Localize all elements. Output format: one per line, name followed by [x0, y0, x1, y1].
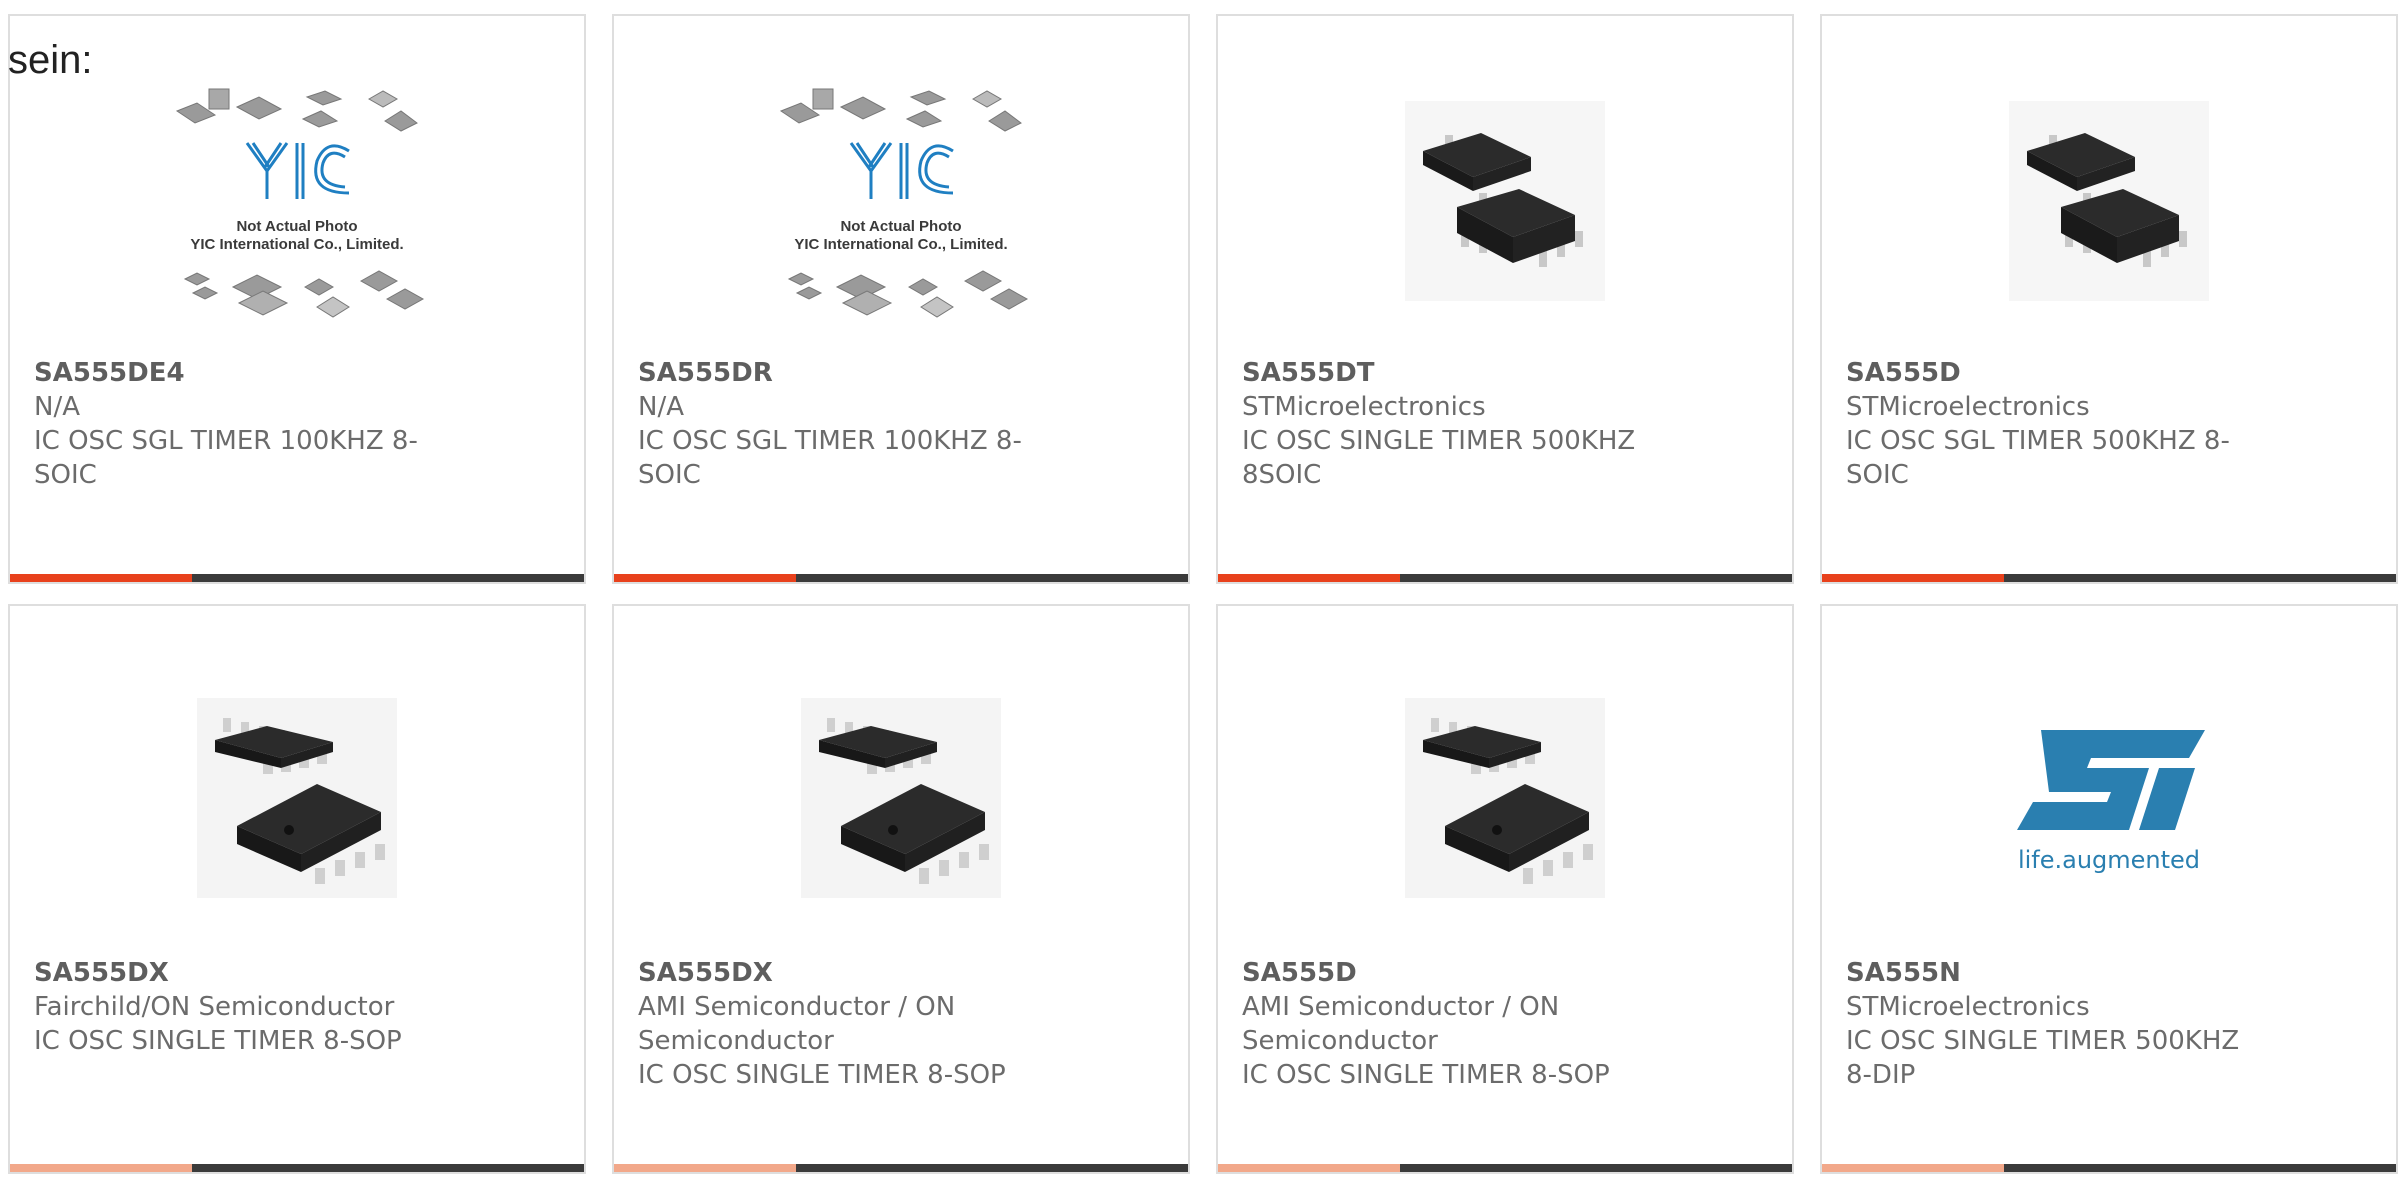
- product-info: SA555DR N/A IC OSC SGL TIMER 100KHZ 8-SO…: [638, 356, 1038, 492]
- product-card[interactable]: Not Actual Photo YIC International Co., …: [8, 14, 586, 584]
- description: IC OSC SGL TIMER 500KHZ 8-SOIC: [1846, 426, 2230, 490]
- manufacturer: STMicroelectronics: [1846, 992, 2090, 1022]
- caption-line-2: YIC International Co., Limited.: [794, 236, 1007, 253]
- soic-chip-icon: [2009, 101, 2209, 301]
- card-accent: [614, 574, 796, 582]
- product-card[interactable]: SA555DT STMicroelectronics IC OSC SINGLE…: [1216, 14, 1794, 584]
- card-accent: [1218, 1164, 1400, 1172]
- st-tagline: life.augmented: [2018, 846, 2200, 874]
- card-bottom-bar: [614, 574, 1188, 582]
- product-image[interactable]: [1822, 66, 2396, 366]
- caption-line-1: Not Actual Photo: [840, 218, 961, 235]
- card-accent: [1822, 574, 2004, 582]
- caption-line-2: YIC International Co., Limited.: [190, 236, 403, 253]
- description: IC OSC SINGLE TIMER 8-SOP: [1242, 1060, 1610, 1090]
- card-bottom-bar: [1822, 1164, 2396, 1172]
- description: IC OSC SINGLE TIMER 500KHZ 8-DIP: [1846, 1026, 2240, 1090]
- description: IC OSC SGL TIMER 100KHZ 8-SOIC: [638, 426, 1022, 490]
- sop-chip-icon: [197, 698, 397, 898]
- st-logo-icon: life.augmented: [2017, 730, 2205, 874]
- sop-chip-icon: [1405, 698, 1605, 898]
- manufacturer: STMicroelectronics: [1242, 392, 1486, 422]
- product-image[interactable]: [10, 656, 584, 956]
- chip-collage-icon: Not Actual Photo YIC International Co., …: [779, 88, 1029, 318]
- soic-chip-icon: [1405, 101, 1605, 301]
- product-grid: Not Actual Photo YIC International Co., …: [8, 14, 2400, 1181]
- manufacturer: STMicroelectronics: [1846, 392, 2090, 422]
- product-image[interactable]: [1218, 656, 1792, 956]
- product-info: SA555DT STMicroelectronics IC OSC SINGLE…: [1242, 356, 1642, 492]
- description: IC OSC SINGLE TIMER 8-SOP: [34, 1026, 402, 1056]
- product-info: SA555D STMicroelectronics IC OSC SGL TIM…: [1846, 356, 2246, 492]
- manufacturer: AMI Semiconductor / ON Semiconductor: [1242, 992, 1560, 1056]
- part-number[interactable]: SA555DT: [1242, 356, 1642, 390]
- product-info: SA555N STMicroelectronics IC OSC SINGLE …: [1846, 956, 2246, 1092]
- part-number[interactable]: SA555DX: [34, 956, 434, 990]
- manufacturer: AMI Semiconductor / ON Semiconductor: [638, 992, 956, 1056]
- product-image[interactable]: Not Actual Photo YIC International Co., …: [10, 66, 584, 366]
- description: IC OSC SGL TIMER 100KHZ 8-SOIC: [34, 426, 418, 490]
- card-bottom-bar: [1822, 574, 2396, 582]
- manufacturer: Fairchild/ON Semiconductor: [34, 992, 395, 1022]
- product-image[interactable]: [614, 656, 1188, 956]
- card-bottom-bar: [10, 1164, 584, 1172]
- yic-placeholder-image: Not Actual Photo YIC International Co., …: [761, 81, 1041, 331]
- product-card[interactable]: SA555D STMicroelectronics IC OSC SGL TIM…: [1820, 14, 2398, 584]
- card-accent: [10, 574, 192, 582]
- card-bottom-bar: [1218, 574, 1792, 582]
- description: IC OSC SINGLE TIMER 8-SOP: [638, 1060, 1006, 1090]
- caption-line-1: Not Actual Photo: [236, 218, 357, 235]
- product-info: SA555DX AMI Semiconductor / ON Semicondu…: [638, 956, 1038, 1092]
- description: IC OSC SINGLE TIMER 500KHZ 8SOIC: [1242, 426, 1636, 490]
- yic-placeholder-image: Not Actual Photo YIC International Co., …: [157, 81, 437, 331]
- sop-chip-icon: [801, 698, 1001, 898]
- product-image[interactable]: Not Actual Photo YIC International Co., …: [614, 66, 1188, 366]
- chip-collage-icon: Not Actual Photo YIC International Co., …: [175, 88, 425, 318]
- product-card[interactable]: SA555DX Fairchild/ON Semiconductor IC OS…: [8, 604, 586, 1174]
- part-number[interactable]: SA555N: [1846, 956, 2246, 990]
- card-accent: [614, 1164, 796, 1172]
- card-accent: [1822, 1164, 2004, 1172]
- product-image[interactable]: life.augmented: [1822, 656, 2396, 956]
- manufacturer: N/A: [34, 392, 80, 422]
- part-number[interactable]: SA555D: [1846, 356, 2246, 390]
- card-accent: [1218, 574, 1400, 582]
- manufacturer: N/A: [638, 392, 684, 422]
- card-bottom-bar: [614, 1164, 1188, 1172]
- card-bottom-bar: [10, 574, 584, 582]
- product-info: SA555DE4 N/A IC OSC SGL TIMER 100KHZ 8-S…: [34, 356, 434, 492]
- card-accent: [10, 1164, 192, 1172]
- part-number[interactable]: SA555DE4: [34, 356, 434, 390]
- product-card[interactable]: SA555DX AMI Semiconductor / ON Semicondu…: [612, 604, 1190, 1174]
- card-bottom-bar: [1218, 1164, 1792, 1172]
- product-card[interactable]: SA555D AMI Semiconductor / ON Semiconduc…: [1216, 604, 1794, 1174]
- section-heading: sein:: [8, 38, 93, 82]
- product-card[interactable]: life.augmented SA555N STMicroelectronics…: [1820, 604, 2398, 1174]
- product-info: SA555D AMI Semiconductor / ON Semiconduc…: [1242, 956, 1642, 1092]
- product-card[interactable]: Not Actual Photo YIC International Co., …: [612, 14, 1190, 584]
- product-image[interactable]: [1218, 66, 1792, 366]
- part-number[interactable]: SA555D: [1242, 956, 1642, 990]
- part-number[interactable]: SA555DX: [638, 956, 1038, 990]
- product-info: SA555DX Fairchild/ON Semiconductor IC OS…: [34, 956, 434, 1058]
- part-number[interactable]: SA555DR: [638, 356, 1038, 390]
